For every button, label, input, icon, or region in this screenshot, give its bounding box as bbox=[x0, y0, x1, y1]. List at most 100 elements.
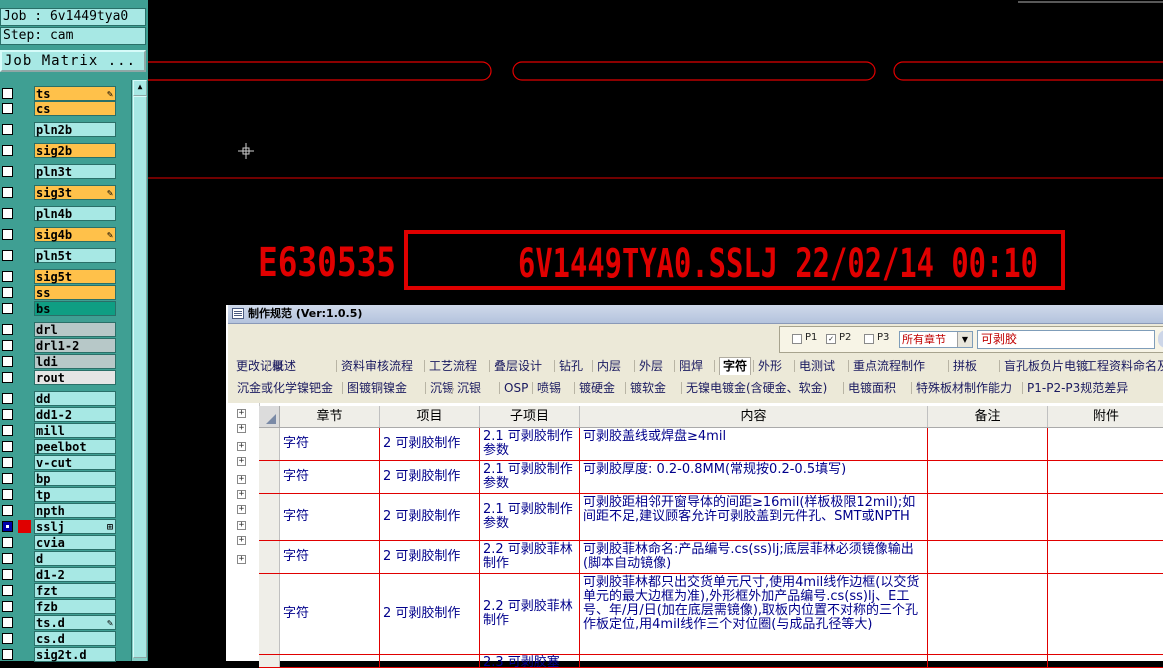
layer-name[interactable]: d bbox=[34, 551, 116, 566]
table-cell[interactable] bbox=[1048, 428, 1163, 460]
layer-row[interactable]: dd1-2 bbox=[0, 407, 130, 422]
row-header[interactable] bbox=[259, 494, 280, 540]
table-cell[interactable] bbox=[280, 655, 380, 667]
tab-tabs_row2-7[interactable]: 镀软金 bbox=[630, 380, 666, 397]
layer-row[interactable]: sig2b bbox=[0, 143, 130, 158]
layer-name[interactable]: rout bbox=[34, 370, 116, 385]
layer-name[interactable]: fzt bbox=[34, 583, 116, 598]
tree-expand-icon[interactable]: + bbox=[237, 490, 246, 499]
chevron-down-icon[interactable]: ▼ bbox=[957, 332, 972, 347]
table-row[interactable]: 字符 2 可剥胶制作 2.2 可剥胶菲林制作 可剥胶菲林命名:产品编号.cs(ss)l… bbox=[259, 541, 1163, 574]
layer-row[interactable]: pln4b bbox=[0, 206, 130, 221]
tab-tabs_row1-14[interactable]: 盲孔板负片电镀 bbox=[1004, 358, 1088, 375]
tree-expand-icon[interactable]: + bbox=[237, 505, 246, 514]
layer-name[interactable]: drl bbox=[34, 322, 116, 337]
layer-name[interactable]: sig2t.d bbox=[34, 647, 116, 662]
tab-tabs_row1-6[interactable]: 内层 bbox=[597, 358, 621, 375]
layer-name[interactable]: dd bbox=[34, 391, 116, 406]
layer-row[interactable]: cvia bbox=[0, 535, 130, 550]
layer-checkbox[interactable] bbox=[2, 124, 13, 135]
table-cell[interactable]: 字符 bbox=[280, 574, 380, 654]
tab-tabs_row2-6[interactable]: 镀硬金 bbox=[579, 380, 615, 397]
table-cell[interactable] bbox=[928, 655, 1048, 667]
layer-checkbox[interactable] bbox=[2, 271, 13, 282]
row-header[interactable] bbox=[259, 428, 280, 460]
table-cell[interactable] bbox=[928, 461, 1048, 493]
table-cell[interactable]: 字符 bbox=[280, 494, 380, 540]
layer-checkbox[interactable] bbox=[2, 457, 13, 468]
column-header[interactable]: 内容 bbox=[580, 406, 928, 427]
layer-checkbox[interactable] bbox=[2, 473, 13, 484]
tab-tabs_row1-15[interactable]: 工程资料命名及 bbox=[1085, 358, 1163, 375]
layer-checkbox[interactable] bbox=[2, 229, 13, 240]
layer-name[interactable]: cvia bbox=[34, 535, 116, 550]
layer-name[interactable]: sig2b bbox=[34, 143, 116, 158]
table-row[interactable]: 字符 2 可剥胶制作 2.1 可剥胶制作参数 可剥胶厚度: 0.2-0.8MM(常规按… bbox=[259, 461, 1163, 494]
layer-checkbox[interactable] bbox=[2, 553, 13, 564]
tab-tabs_row2-11[interactable]: P1-P2-P3规范差异 bbox=[1027, 380, 1128, 397]
tab-tabs_row1-4[interactable]: 叠层设计 bbox=[494, 358, 542, 375]
table-cell[interactable]: 可剥胶距相邻开窗导体的间距≥16mil(样板极限12mil);如间距不足,建议顾… bbox=[580, 494, 928, 540]
tab-tabs_row1-10[interactable]: 外形 bbox=[758, 358, 782, 375]
layer-row[interactable]: ts.d ✎ bbox=[0, 615, 130, 630]
layer-name[interactable]: sslj ⊞ bbox=[34, 519, 116, 534]
layer-name[interactable]: drl1-2 bbox=[34, 338, 116, 353]
layer-name[interactable]: bp bbox=[34, 471, 116, 486]
layer-row[interactable]: sig2t.d bbox=[0, 647, 130, 662]
scroll-up-arrow-icon[interactable]: ▲ bbox=[133, 80, 147, 96]
layer-name[interactable]: pln2b bbox=[34, 122, 116, 137]
tab-tabs_row2-8[interactable]: 无镍电镀金(含硬金、软金) bbox=[686, 380, 827, 397]
table-cell[interactable]: 字符 bbox=[280, 461, 380, 493]
layer-checkbox[interactable] bbox=[2, 187, 13, 198]
layer-checkbox[interactable] bbox=[2, 103, 13, 114]
layer-row[interactable]: sig5t bbox=[0, 269, 130, 284]
layer-checkbox[interactable] bbox=[2, 166, 13, 177]
tree-expand-icon[interactable]: + bbox=[237, 555, 246, 564]
tree-expand-icon[interactable]: + bbox=[237, 536, 246, 545]
table-cell[interactable] bbox=[1048, 461, 1163, 493]
layer-name[interactable]: ts ✎ bbox=[34, 86, 116, 101]
column-header[interactable]: 子项目 bbox=[480, 406, 580, 427]
p1-checkbox[interactable] bbox=[792, 334, 802, 344]
tree-expand-icon[interactable]: + bbox=[237, 457, 246, 466]
layer-name[interactable]: sig3t ✎ bbox=[34, 185, 116, 200]
layer-list-scrollbar[interactable]: ▲ bbox=[131, 80, 147, 661]
tab-tabs_row1-5[interactable]: 钻孔 bbox=[559, 358, 583, 375]
search-input[interactable]: 可剥胶 bbox=[977, 330, 1155, 349]
tab-tabs_row1-13[interactable]: 拼板 bbox=[953, 358, 977, 375]
table-cell[interactable] bbox=[1048, 655, 1163, 667]
scrollbar-thumb[interactable] bbox=[133, 96, 147, 658]
layer-row[interactable]: peelbot bbox=[0, 439, 130, 454]
layer-row[interactable]: sig4b ✎ bbox=[0, 227, 130, 242]
tab-tabs_row2-0[interactable]: 沉金或化学镍钯金 bbox=[237, 380, 333, 397]
layer-checkbox[interactable] bbox=[2, 489, 13, 500]
table-cell[interactable]: 2.1 可剥胶制作参数 bbox=[480, 494, 580, 540]
tree-expand-icon[interactable]: + bbox=[237, 409, 246, 418]
tab-tabs_row2-4[interactable]: OSP bbox=[504, 380, 528, 397]
layer-checkbox[interactable] bbox=[2, 393, 13, 404]
layer-checkbox[interactable] bbox=[2, 505, 13, 516]
layer-name[interactable]: peelbot bbox=[34, 439, 116, 454]
layer-checkbox[interactable] bbox=[2, 585, 13, 596]
layer-checkbox[interactable] bbox=[2, 441, 13, 452]
table-cell[interactable]: 2 可剥胶制作 bbox=[380, 428, 480, 460]
table-row[interactable]: 2.3 可剥胶塞 bbox=[259, 655, 1163, 668]
row-header[interactable] bbox=[259, 541, 280, 573]
tab-tabs_row2-1[interactable]: 图镀铜镍金 bbox=[347, 380, 407, 397]
layer-name[interactable]: ss bbox=[34, 285, 116, 300]
tree-expand-icon[interactable]: + bbox=[237, 521, 246, 530]
layer-name[interactable]: sig5t bbox=[34, 269, 116, 284]
table-cell[interactable]: 2 可剥胶制作 bbox=[380, 541, 480, 573]
layer-name[interactable]: pln5t bbox=[34, 248, 116, 263]
layer-row[interactable]: pln5t bbox=[0, 248, 130, 263]
table-cell[interactable]: 2.1 可剥胶制作参数 bbox=[480, 461, 580, 493]
tab-tabs_row2-3[interactable]: 沉银 bbox=[457, 380, 481, 397]
tab-tabs_row2-10[interactable]: 特殊板材制作能力 bbox=[916, 380, 1012, 397]
layer-checkbox[interactable] bbox=[2, 303, 13, 314]
layer-checkbox[interactable] bbox=[2, 250, 13, 261]
layer-row[interactable]: v-cut bbox=[0, 455, 130, 470]
table-row[interactable]: 字符 2 可剥胶制作 2.2 可剥胶菲林制作 可剥胶菲林都只出交货单元尺寸,使用4mi… bbox=[259, 574, 1163, 655]
table-cell[interactable]: 2 可剥胶制作 bbox=[380, 494, 480, 540]
table-cell[interactable] bbox=[1048, 541, 1163, 573]
layer-checkbox[interactable] bbox=[2, 601, 13, 612]
